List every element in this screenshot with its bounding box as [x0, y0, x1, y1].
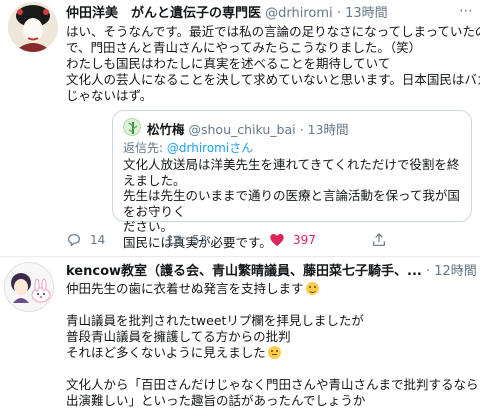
tweet-text-line: わたしも国民はわたしに真実を述べることを期待していて — [66, 56, 391, 71]
tweet-text-line: 青山議員を批判されたtweetリプ欄を拝見しましたが — [66, 313, 364, 328]
replying-to: 返信先: @drhiromiさん — [123, 139, 253, 156]
quoted-header: 松竹梅 @shou_chiku_bai · 13時間 — [147, 119, 348, 138]
avatar[interactable] — [4, 262, 54, 312]
reply-icon — [68, 234, 80, 247]
replying-to-label: 返信先: — [123, 141, 164, 155]
heart-icon — [270, 234, 284, 246]
tweet-text-line: 文化人から「百田さんだけじゃなく門田さんや青山さんまで批判するなら — [66, 377, 479, 392]
avatar[interactable] — [8, 2, 58, 52]
display-name[interactable]: kencow教室（護る会、青山繁晴議員、藤田菜七子騎手、... — [66, 264, 422, 279]
tweet-text: 仲田先生の歯に衣着せぬ発言を支持します 青山議員を批判されたtweetリプ欄を拝… — [66, 281, 479, 409]
tweet-text-line: 文化人の芸人になることを決して求めていないと思います。日本国民はバカ — [66, 72, 480, 87]
tweet-text-fragment: それほど多くないように見えました — [66, 345, 266, 360]
quoted-text-line: 先生は先生のいままで通りの医療と言論活動を保って我が国をお守りく — [123, 188, 460, 219]
tweet-text-line: それほど多くないように見えました — [66, 345, 476, 361]
timestamp[interactable]: 13時間 — [345, 6, 388, 21]
tweet-text-line: はい、そうなんです。最近では私の言論の足りなさになってしまっていたの — [66, 24, 480, 39]
reply-button[interactable]: 14 — [66, 232, 105, 248]
separator-dot: · — [425, 264, 431, 279]
tweet-text-line: で、門田さんと青山さんにやってみたらこうなりました。（笑） — [66, 40, 422, 55]
like-button[interactable]: 397 — [269, 232, 316, 248]
separator-dot: · — [336, 6, 341, 21]
thinking-face-icon — [267, 346, 281, 359]
reply-count: 14 — [90, 233, 106, 247]
tweet-text: はい、そうなんです。最近では私の言論の足りなさになってしまっていたの で、門田さ… — [66, 24, 480, 104]
profile-illustration-icon — [5, 263, 53, 311]
tweet[interactable]: 仲田洋美 がんと遺伝子の専門医 @drhiromi · 13時間 ⋯ はい、そう… — [0, 0, 480, 256]
quoted-user-handle[interactable]: @shou_chiku_bai — [189, 122, 296, 137]
tweet-header: 仲田洋美 がんと遺伝子の専門医 @drhiromi · 13時間 — [66, 5, 388, 23]
bamboo-icon — [128, 122, 138, 134]
tweet-text-line: 仲田先生の歯に衣着せぬ発言を支持します — [66, 281, 476, 297]
tweet-text-line: 普段青山議員を擁護してる方からの批判 — [66, 329, 291, 344]
reply-mention-link[interactable]: @drhiromiさん — [167, 141, 253, 155]
more-options-icon[interactable]: ⋯ — [459, 262, 474, 278]
retweet-icon — [167, 234, 183, 246]
retweet-count: 52 — [192, 233, 208, 247]
quoted-text-line: 文化人放送局は洋美先生を連れてきてくれただけで役割を終えました。 — [123, 157, 460, 188]
quoted-timestamp[interactable]: 13時間 — [308, 122, 349, 137]
display-name[interactable]: 仲田洋美 がんと遺伝子の専門医 — [66, 6, 261, 21]
quoted-display-name[interactable]: 松竹梅 — [147, 122, 185, 137]
retweet-button[interactable]: 52 — [166, 232, 207, 248]
more-options-icon[interactable]: ⋯ — [459, 3, 474, 19]
grinning-face-icon — [305, 282, 319, 295]
tweet-header: kencow教室（護る会、青山繁晴議員、藤田菜七子騎手、... · 12時間 — [66, 263, 477, 281]
quoted-tweet[interactable]: 松竹梅 @shou_chiku_bai · 13時間 返信先: @drhirom… — [112, 110, 472, 250]
tweet-text-fragment: 仲田先生の歯に衣着せぬ発言を支持します — [66, 281, 304, 296]
tweet-text-line: 出演難しい」といった趣旨の話があったんでしょうか — [66, 393, 366, 408]
profile-photo-icon — [8, 2, 58, 52]
user-handle[interactable]: @drhiromi — [265, 6, 333, 21]
tweet-actions: 14 52 397 — [66, 232, 466, 250]
tweet-text-line: じゃないはず。 — [66, 88, 153, 103]
quoted-avatar[interactable] — [123, 118, 141, 136]
share-icon — [373, 233, 385, 246]
like-count: 397 — [293, 233, 316, 247]
separator-dot: · — [299, 122, 304, 137]
share-button[interactable] — [371, 232, 387, 248]
